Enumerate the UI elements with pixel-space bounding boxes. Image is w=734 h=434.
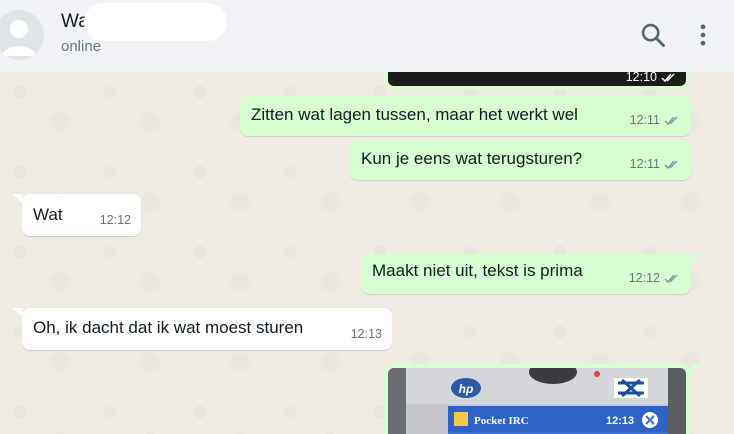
avatar[interactable] — [0, 10, 44, 60]
message-list[interactable]: 12:10 Zitten wat lagen tussen, maar het … — [0, 72, 734, 434]
message-time: 12:12 — [99, 213, 131, 227]
chat-header[interactable]: Wa online — [0, 0, 734, 72]
image-thumbnail[interactable]: hp Pocket IRC 12:13 — [388, 368, 686, 434]
message-text: Wat — [33, 205, 63, 224]
bubble-tail — [690, 364, 700, 374]
redaction-mark — [84, 3, 227, 41]
menu-icon[interactable] — [689, 21, 717, 49]
message-text: Kun je eens wat terugsturen? — [361, 149, 583, 168]
message-time: 12:10 — [625, 72, 657, 84]
message-bubble-outgoing[interactable]: Zitten wat lagen tussen, maar het werkt … — [240, 96, 691, 136]
contact-status: online — [61, 38, 102, 55]
image-message[interactable]: hp Pocket IRC 12:13 — [384, 364, 690, 434]
double-check-icon — [664, 159, 678, 169]
message-meta: 12:11 — [630, 157, 681, 171]
device-clock: 12:13 — [606, 415, 634, 427]
double-check-icon — [664, 115, 678, 125]
message-bubble-incoming[interactable]: Wat 12:12 — [22, 194, 141, 236]
message-text: Oh, ik dacht dat ik wat moest sturen — [33, 318, 304, 337]
message-meta: 12:10 — [626, 72, 678, 84]
bubble-tail — [690, 254, 700, 264]
message-time: 12:13 — [350, 327, 382, 341]
message-meta: 12:12 — [629, 271, 681, 285]
pocket-pc-photo: hp Pocket IRC 12:13 — [388, 368, 686, 434]
message-bubble-incoming[interactable]: Oh, ik dacht dat ik wat moest sturen 12:… — [22, 308, 392, 350]
double-check-icon — [661, 72, 675, 82]
message-time: 12:12 — [628, 271, 660, 285]
search-icon[interactable] — [639, 21, 667, 49]
message-time: 12:11 — [629, 157, 660, 171]
message-text: Zitten wat lagen tussen, maar het werkt … — [251, 105, 578, 124]
message-meta: 12:11 — [630, 113, 681, 127]
device-brand: hp — [459, 382, 474, 396]
image-message[interactable]: 12:10 — [384, 72, 690, 90]
message-time: 12:11 — [629, 113, 660, 127]
device-app-title: Pocket IRC — [474, 415, 529, 427]
message-meta: 12:12 — [100, 213, 131, 227]
message-bubble-outgoing[interactable]: Kun je eens wat terugsturen? 12:11 — [350, 140, 691, 180]
message-bubble-outgoing[interactable]: Maakt niet uit, tekst is prima 12:12 — [361, 254, 691, 294]
double-check-icon — [664, 273, 678, 283]
message-text: Maakt niet uit, tekst is prima — [372, 261, 583, 280]
message-meta: 12:13 — [351, 327, 382, 341]
avatar-placeholder-icon — [2, 20, 36, 56]
